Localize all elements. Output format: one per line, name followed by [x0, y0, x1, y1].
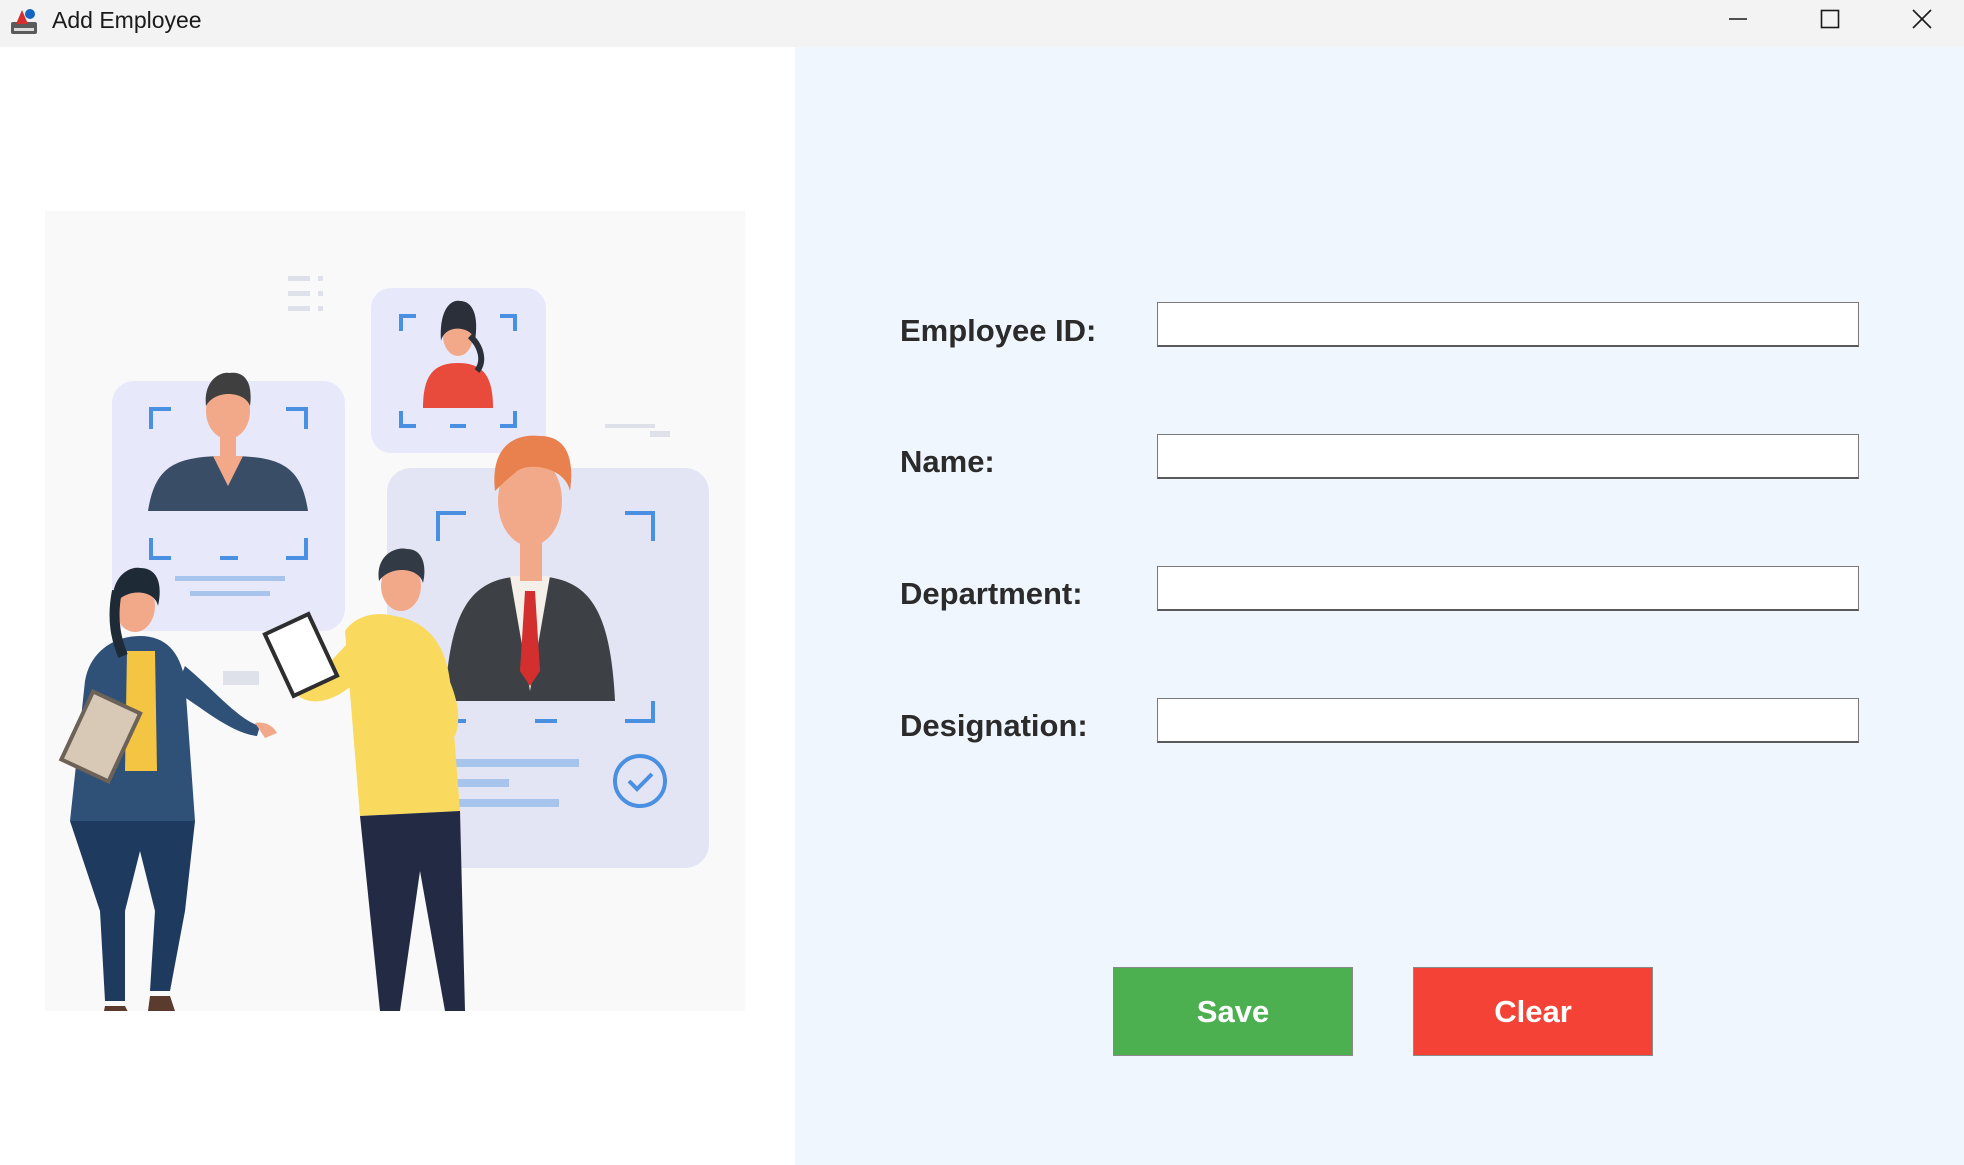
designation-input[interactable] — [1157, 698, 1859, 743]
maximize-icon — [1820, 9, 1840, 28]
maximize-button[interactable] — [1784, 0, 1876, 37]
employee-id-input[interactable] — [1157, 302, 1859, 347]
window-title: Add Employee — [52, 7, 202, 33]
close-button[interactable] — [1876, 0, 1964, 37]
add-employee-window: Add Employee Employee ID: Name: Departme… — [0, 0, 1964, 1165]
form-panel: Employee ID: Name: Department: Designati… — [795, 47, 1964, 1165]
department-input[interactable] — [1157, 566, 1859, 611]
illustration-panel — [0, 47, 795, 1165]
title-bar: Add Employee — [0, 0, 1964, 47]
employee-id-label: Employee ID: — [900, 313, 1097, 348]
department-label: Department: — [900, 576, 1083, 611]
employees-illustration — [45, 211, 745, 1011]
clear-button[interactable]: Clear — [1413, 967, 1653, 1056]
name-input[interactable] — [1157, 434, 1859, 479]
java-app-icon — [11, 9, 37, 34]
close-icon — [1912, 8, 1932, 29]
minimize-button[interactable] — [1692, 0, 1784, 37]
designation-label: Designation: — [900, 708, 1088, 743]
save-button[interactable]: Save — [1113, 967, 1353, 1056]
name-label: Name: — [900, 444, 995, 479]
minimize-icon — [1729, 17, 1747, 20]
